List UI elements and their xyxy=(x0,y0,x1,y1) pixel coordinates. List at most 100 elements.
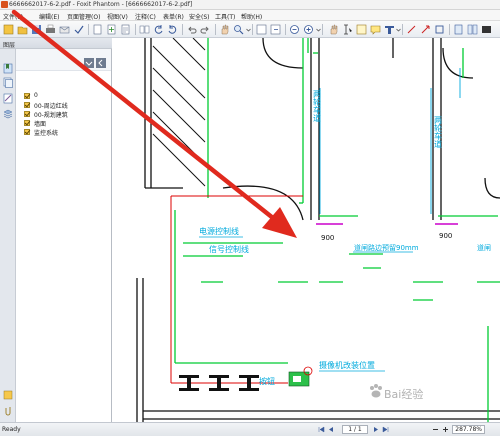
toolbar-separator xyxy=(88,24,89,35)
camera-position-label: 摄像机改装位置 xyxy=(319,360,375,370)
undo-icon[interactable] xyxy=(186,24,197,35)
print-icon[interactable] xyxy=(45,24,56,35)
fullscreen-icon[interactable] xyxy=(481,24,492,35)
power-line-label: 电源控制线 xyxy=(199,226,239,236)
layer-visibility-checkbox[interactable] xyxy=(24,111,30,117)
zoom-out-button[interactable] xyxy=(432,426,439,433)
title-bar: 6666662017-6-2.pdf - Foxit Phantom - [66… xyxy=(0,0,500,10)
layers-list: 0 00-周边红线 00-规划建筑 墙面 监控系统 xyxy=(16,49,111,422)
dimension-label: 900 xyxy=(321,234,334,242)
dimension-label: 900 xyxy=(439,232,452,240)
zoom-in-button[interactable] xyxy=(442,426,449,433)
menu-edit[interactable]: 编辑(E) xyxy=(39,12,59,21)
layout-continuous-icon[interactable] xyxy=(467,24,478,35)
rotate-left-icon[interactable] xyxy=(153,24,164,35)
select-text-icon[interactable] xyxy=(342,24,353,35)
layer-name: 00-规划建筑 xyxy=(34,112,68,119)
layers-panel: 图层 0 00-周边红线 00-规划建筑 墙面 监控系统 xyxy=(0,38,112,422)
panel-header: 图层 xyxy=(0,38,112,49)
save-icon[interactable] xyxy=(31,24,42,35)
attachment-icon[interactable] xyxy=(3,405,13,416)
zoom-level-field[interactable]: 287.78% xyxy=(452,425,485,434)
zoom-level-dropdown-icon[interactable] xyxy=(313,24,321,35)
open-folder-icon[interactable] xyxy=(17,24,28,35)
toolbar-separator xyxy=(135,24,136,35)
menu-security[interactable]: 安全(S) xyxy=(189,12,210,21)
collapse-panel-icon[interactable] xyxy=(96,58,106,68)
select-hand-icon[interactable] xyxy=(328,24,339,35)
layer-visibility-checkbox[interactable] xyxy=(24,102,30,108)
toolbar-separator xyxy=(215,24,216,35)
menu-file[interactable]: 文件(F) xyxy=(3,12,23,21)
page-number-field[interactable]: 1 / 1 xyxy=(342,425,368,434)
cad-drawing: 两轮车道 两轮车道 900 900 道闸路边预留90mm 道闸 电源控制线 信号… xyxy=(136,38,500,422)
layer-name: 监控系统 xyxy=(34,130,59,137)
toolbar-separator xyxy=(322,24,323,35)
status-bar: Ready 1 / 1 287.78% xyxy=(0,422,500,436)
email-icon[interactable] xyxy=(59,24,70,35)
zoom-dropdown-icon[interactable] xyxy=(243,24,251,35)
layout-single-icon[interactable] xyxy=(453,24,464,35)
menu-view[interactable]: 视图(V) xyxy=(107,12,128,21)
draw-line-icon[interactable] xyxy=(406,24,417,35)
lane-label-right: 两轮车道 xyxy=(434,116,443,149)
draw-arrow-icon[interactable] xyxy=(420,24,431,35)
watermark-text: Bai经验 xyxy=(384,388,424,401)
button-label: 按钮 xyxy=(259,376,275,386)
menu-bar: 文件(F) 编辑(E) 页面管理(O) 视图(V) 注释(C) 表单(R) 安全… xyxy=(0,10,500,21)
layer-name: 墙面 xyxy=(34,121,47,128)
menu-form[interactable]: 表单(R) xyxy=(163,12,184,21)
insert-page-icon[interactable] xyxy=(139,24,150,35)
prev-page-button[interactable] xyxy=(328,426,335,433)
redo-icon[interactable] xyxy=(200,24,211,35)
layer-visibility-checkbox[interactable] xyxy=(24,129,30,135)
create-pdf-icon[interactable] xyxy=(3,24,14,35)
bookmarks-icon[interactable] xyxy=(3,63,13,74)
tools-dropdown-icon[interactable] xyxy=(393,24,401,35)
layer-name: 0 xyxy=(34,92,38,99)
comment-icon[interactable] xyxy=(370,24,381,35)
menu-help[interactable]: 帮助(H) xyxy=(241,12,262,21)
snapshot-icon[interactable] xyxy=(356,24,367,35)
window-title: 6666662017-6-2.pdf - Foxit Phantom - [66… xyxy=(9,1,193,8)
layer-options-icon[interactable] xyxy=(84,58,94,68)
hand-tool-icon[interactable] xyxy=(219,24,230,35)
layers-icon[interactable] xyxy=(3,109,13,120)
pages-icon[interactable] xyxy=(3,77,13,88)
menu-tools[interactable]: 工具(T) xyxy=(215,12,235,21)
last-page-button[interactable] xyxy=(382,426,389,433)
baidu-paw-logo xyxy=(370,384,382,398)
first-page-icon[interactable] xyxy=(256,24,267,35)
navigation-strip xyxy=(0,49,16,422)
prev-page-icon[interactable] xyxy=(270,24,281,35)
page-icon[interactable] xyxy=(92,24,103,35)
status-text: Ready xyxy=(2,426,21,433)
menu-page-manage[interactable]: 页面管理(O) xyxy=(67,12,100,21)
panel-title: 图层 xyxy=(3,42,16,49)
page-extract-icon[interactable] xyxy=(120,24,131,35)
comments-list-icon[interactable] xyxy=(3,93,13,104)
document-view[interactable]: 两轮车道 两轮车道 900 900 道闸路边预留90mm 道闸 电源控制线 信号… xyxy=(113,38,500,422)
layer-name: 00-周边红线 xyxy=(34,103,68,110)
rotate-right-icon[interactable] xyxy=(167,24,178,35)
signal-line-label: 信号控制线 xyxy=(209,244,249,254)
reserve-note: 道闸 xyxy=(477,243,491,252)
app-icon xyxy=(1,1,8,8)
layer-visibility-checkbox[interactable] xyxy=(24,93,30,99)
toolbar-separator xyxy=(182,24,183,35)
scan-icon[interactable] xyxy=(73,24,84,35)
draw-rect-icon[interactable] xyxy=(434,24,445,35)
toolbar-separator xyxy=(402,24,403,35)
zoom-out-circle-icon[interactable] xyxy=(289,24,300,35)
main-toolbar xyxy=(0,21,500,38)
next-page-button[interactable] xyxy=(372,426,379,433)
toolbar-separator xyxy=(285,24,286,35)
toolbar-separator xyxy=(449,24,450,35)
layer-tools xyxy=(16,49,111,71)
reserve-note: 道闸路边预留90mm xyxy=(354,243,419,252)
layer-visibility-checkbox[interactable] xyxy=(24,120,30,126)
first-page-button[interactable] xyxy=(318,426,325,433)
signature-icon[interactable] xyxy=(3,389,13,400)
page-add-icon[interactable] xyxy=(106,24,117,35)
menu-comment[interactable]: 注释(C) xyxy=(135,12,156,21)
